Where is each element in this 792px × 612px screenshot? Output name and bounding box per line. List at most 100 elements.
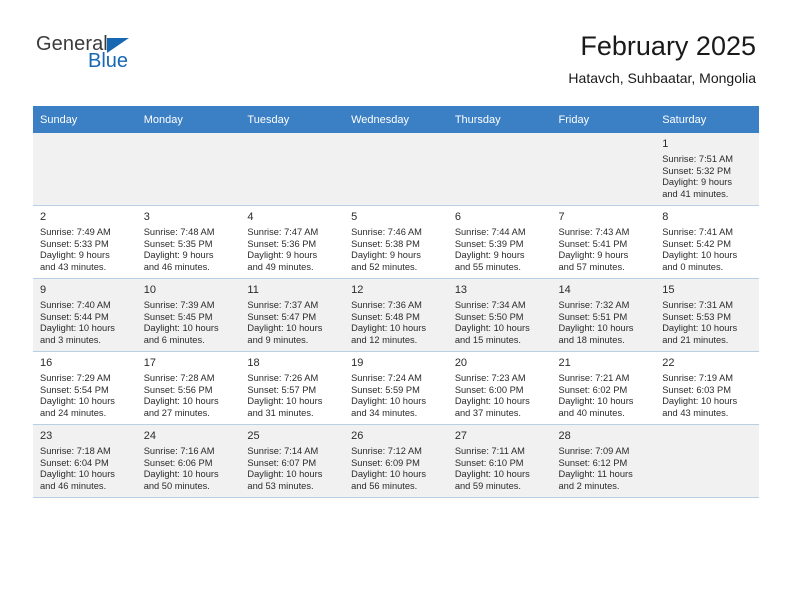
calendar-day-cell[interactable]: 26 Sunrise: 7:12 AM Sunset: 6:09 PM Dayligh… [344, 424, 448, 498]
daylight-duration-line1: Daylight: 9 hours [247, 250, 318, 261]
sunset-time: Sunset: 5:48 PM [351, 311, 420, 322]
calendar-week-row: 16 Sunrise: 7:29 AM Sunset: 5:54 PM Dayligh… [33, 351, 759, 425]
calendar-header-row: Sunday Monday Tuesday Wednesday Thursday… [33, 106, 759, 133]
calendar-day-cell[interactable]: 18 Sunrise: 7:26 AM Sunset: 5:57 PM Dayligh… [240, 351, 345, 425]
calendar-day-cell[interactable]: 7 Sunrise: 7:43 AM Sunset: 5:41 PM Daylight… [551, 205, 656, 279]
calendar-day-cell[interactable]: 21 Sunrise: 7:21 AM Sunset: 6:02 PM Dayligh… [551, 351, 656, 425]
day-cell-content: 15 Sunrise: 7:31 AM Sunset: 5:53 PM Dayligh… [655, 279, 759, 346]
calendar-day-cell[interactable]: 1 Sunrise: 7:51 AM Sunset: 5:32 PM Daylight… [655, 133, 759, 206]
day-sun-info: Sunrise: 7:23 AM Sunset: 6:00 PM Daylight:… [455, 373, 545, 419]
sunrise-time: Sunrise: 7:36 AM [351, 300, 422, 310]
day-number: 20 [454, 357, 468, 369]
daylight-duration-line1: Daylight: 10 hours [40, 323, 115, 334]
daylight-duration-line2: and 9 minutes. [247, 334, 309, 345]
day-number: 17 [143, 357, 156, 369]
calendar-day-cell[interactable]: 4 Sunrise: 7:47 AM Sunset: 5:36 PM Daylight… [240, 205, 345, 279]
sunrise-time: Sunrise: 7:44 AM [454, 227, 526, 237]
daylight-duration-line1: Daylight: 9 hours [143, 250, 214, 261]
day-sun-info: Sunrise: 7:16 AM Sunset: 6:06 PM Daylight:… [144, 446, 234, 492]
sunset-time: Sunset: 6:09 PM [351, 457, 420, 468]
page-title: February 2025 [580, 31, 756, 61]
calendar-day-cell[interactable]: 22 Sunrise: 7:19 AM Sunset: 6:03 PM Dayligh… [655, 351, 759, 425]
day-sun-info: Sunrise: 7:44 AM Sunset: 5:39 PM Daylight:… [455, 227, 545, 273]
daylight-duration-line2: and 2 minutes. [558, 480, 620, 491]
day-number: 16 [40, 357, 53, 369]
day-sun-info: Sunrise: 7:40 AM Sunset: 5:44 PM Daylight:… [40, 300, 130, 346]
sunset-time: Sunset: 5:45 PM [143, 311, 213, 322]
daylight-duration-line1: Daylight: 9 hours [351, 250, 421, 261]
calendar-day-cell[interactable]: 20 Sunrise: 7:23 AM Sunset: 6:00 PM Dayligh… [447, 351, 552, 425]
calendar-day-cell[interactable]: 12 Sunrise: 7:36 AM Sunset: 5:48 PM Dayligh… [344, 278, 448, 352]
calendar-day-cell[interactable]: 17 Sunrise: 7:28 AM Sunset: 5:56 PM Dayligh… [136, 351, 241, 425]
day-sun-info: Sunrise: 7:14 AM Sunset: 6:07 PM Daylight:… [247, 446, 337, 492]
day-sun-info: Sunrise: 7:43 AM Sunset: 5:41 PM Daylight:… [559, 227, 649, 273]
day-number: 15 [662, 284, 675, 296]
day-cell-content: 3 Sunrise: 7:48 AM Sunset: 5:35 PM Daylight… [137, 206, 241, 273]
day-number: 19 [351, 357, 364, 369]
daylight-duration-line2: and 56 minutes. [351, 480, 418, 491]
sunrise-time: Sunrise: 7:26 AM [247, 373, 319, 383]
calendar-day-cell[interactable]: 13 Sunrise: 7:34 AM Sunset: 5:50 PM Dayligh… [447, 278, 552, 352]
calendar-day-cell[interactable]: 23 Sunrise: 7:18 AM Sunset: 6:04 PM Dayligh… [33, 424, 137, 498]
sunset-time: Sunset: 6:07 PM [247, 457, 317, 468]
calendar-day-cell[interactable]: 14 Sunrise: 7:32 AM Sunset: 5:51 PM Dayligh… [551, 278, 656, 352]
daylight-duration-line1: Daylight: 10 hours [247, 469, 323, 480]
calendar-day-cell[interactable]: 24 Sunrise: 7:16 AM Sunset: 6:06 PM Dayligh… [136, 424, 241, 498]
day-cell-content: 6 Sunrise: 7:44 AM Sunset: 5:39 PM Daylight… [448, 206, 552, 273]
calendar-day-cell[interactable]: 5 Sunrise: 7:46 AM Sunset: 5:38 PM Daylight… [344, 205, 448, 279]
calendar-day-cell[interactable]: 10 Sunrise: 7:39 AM Sunset: 5:45 PM Dayligh… [136, 278, 241, 352]
sunrise-time: Sunrise: 7:11 AM [454, 446, 525, 456]
day-cell-content: 28 Sunrise: 7:09 AM Sunset: 6:12 PM Dayligh… [552, 425, 656, 492]
day-number: 12 [351, 284, 364, 296]
calendar-cell-empty [655, 424, 759, 498]
sunset-time: Sunset: 5:47 PM [247, 311, 317, 322]
day-cell-content: 10 Sunrise: 7:39 AM Sunset: 5:45 PM Dayligh… [137, 279, 241, 346]
sunset-time: Sunset: 6:10 PM [454, 457, 524, 468]
calendar-day-cell[interactable]: 28 Sunrise: 7:09 AM Sunset: 6:12 PM Dayligh… [551, 424, 656, 498]
sunrise-time: Sunrise: 7:18 AM [40, 446, 111, 456]
daylight-duration-line1: Daylight: 10 hours [662, 250, 738, 261]
calendar-day-cell[interactable]: 19 Sunrise: 7:24 AM Sunset: 5:59 PM Dayligh… [344, 351, 448, 425]
calendar-cell-empty [136, 133, 241, 206]
day-number: 23 [40, 430, 53, 442]
calendar-day-cell[interactable]: 25 Sunrise: 7:14 AM Sunset: 6:07 PM Dayligh… [240, 424, 345, 498]
daylight-duration-line1: Daylight: 10 hours [143, 323, 219, 334]
sunset-time: Sunset: 5:51 PM [558, 311, 628, 322]
calendar-day-cell[interactable]: 11 Sunrise: 7:37 AM Sunset: 5:47 PM Dayligh… [240, 278, 345, 352]
calendar-day-cell[interactable]: 15 Sunrise: 7:31 AM Sunset: 5:53 PM Dayligh… [655, 278, 759, 352]
daylight-duration-line2: and 43 minutes. [40, 261, 107, 272]
daylight-duration-line1: Daylight: 10 hours [247, 396, 323, 407]
day-number: 8 [662, 211, 669, 223]
day-cell-content: 4 Sunrise: 7:47 AM Sunset: 5:36 PM Daylight… [240, 206, 344, 273]
calendar-day-cell[interactable]: 8 Sunrise: 7:41 AM Sunset: 5:42 PM Daylight… [655, 205, 759, 279]
calendar-day-cell[interactable]: 16 Sunrise: 7:29 AM Sunset: 5:54 PM Dayligh… [33, 351, 137, 425]
calendar-day-cell[interactable]: 9 Sunrise: 7:40 AM Sunset: 5:44 PM Daylight… [33, 278, 137, 352]
daylight-duration-line1: Daylight: 10 hours [40, 396, 115, 407]
calendar-cell-empty [344, 133, 448, 206]
daylight-duration-line1: Daylight: 9 hours [662, 177, 732, 188]
daylight-duration-line2: and 46 minutes. [40, 480, 107, 491]
calendar-week-row: 23 Sunrise: 7:18 AM Sunset: 6:04 PM Dayligh… [33, 424, 759, 498]
day-cell-content: 5 Sunrise: 7:46 AM Sunset: 5:38 PM Daylight… [344, 206, 448, 273]
day-cell-content: 9 Sunrise: 7:40 AM Sunset: 5:44 PM Daylight… [33, 279, 137, 346]
day-sun-info: Sunrise: 7:41 AM Sunset: 5:42 PM Daylight:… [662, 227, 752, 273]
day-cell-content: 25 Sunrise: 7:14 AM Sunset: 6:07 PM Dayligh… [240, 425, 344, 492]
calendar-day-cell[interactable]: 27 Sunrise: 7:11 AM Sunset: 6:10 PM Dayligh… [447, 424, 552, 498]
page-subtitle: Hatavch, Suhbaatar, Mongolia [568, 70, 756, 86]
calendar-day-cell[interactable]: 6 Sunrise: 7:44 AM Sunset: 5:39 PM Daylight… [447, 205, 552, 279]
day-number: 28 [558, 430, 571, 442]
day-number: 25 [247, 430, 260, 442]
daylight-duration-line2: and 3 minutes. [40, 334, 101, 345]
day-cell-content: 13 Sunrise: 7:34 AM Sunset: 5:50 PM Dayligh… [448, 279, 552, 346]
day-sun-info: Sunrise: 7:48 AM Sunset: 5:35 PM Daylight:… [144, 227, 234, 273]
calendar-day-cell[interactable]: 3 Sunrise: 7:48 AM Sunset: 5:35 PM Daylight… [136, 205, 241, 279]
daylight-duration-line2: and 49 minutes. [247, 261, 314, 272]
sunset-time: Sunset: 6:00 PM [454, 384, 524, 395]
daylight-duration-line1: Daylight: 11 hours [558, 469, 633, 480]
sunset-time: Sunset: 5:59 PM [351, 384, 420, 395]
daylight-duration-line2: and 53 minutes. [247, 480, 314, 491]
calendar-day-cell[interactable]: 2 Sunrise: 7:49 AM Sunset: 5:33 PM Daylight… [33, 205, 137, 279]
sunset-time: Sunset: 5:39 PM [454, 238, 524, 249]
day-sun-info: Sunrise: 7:46 AM Sunset: 5:38 PM Daylight:… [351, 227, 441, 273]
day-sun-info: Sunrise: 7:29 AM Sunset: 5:54 PM Daylight:… [40, 373, 130, 419]
